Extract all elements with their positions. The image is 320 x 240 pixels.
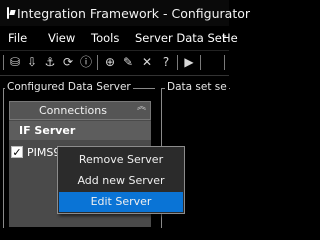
refresh-icon[interactable]: ⟳ [61, 55, 75, 69]
connections-header[interactable]: Connections ︽ [9, 101, 151, 120]
add-icon[interactable]: ⊕ [103, 55, 117, 69]
help-icon[interactable]: ? [159, 55, 173, 69]
menu-help[interactable]: He [222, 31, 238, 45]
menu-server-data-set[interactable]: Server Data Set [135, 31, 226, 45]
info-icon[interactable]: ⓘ [79, 55, 93, 69]
configured-data-server-title: Configured Data Server [5, 81, 133, 93]
menu-file[interactable]: File [8, 31, 27, 45]
tree-group-if-server[interactable]: IF Server [9, 121, 151, 140]
group-label: IF Server [19, 124, 76, 137]
menu-tools[interactable]: Tools [91, 31, 119, 45]
toolbar-separator [97, 55, 98, 70]
toolbar-grip [3, 55, 4, 70]
title-bar: Integration Framework - Configurator [0, 0, 250, 26]
menu-view[interactable]: View [48, 31, 75, 45]
toolbar-separator [177, 55, 178, 70]
app-icon [7, 7, 9, 19]
edit-server-menu-item[interactable]: Edit Server [59, 192, 183, 212]
menu-bar: File View Tools Server Data Set He [0, 26, 238, 50]
collapse-icon[interactable]: ︽ [137, 103, 146, 112]
delete-icon[interactable]: ✕ [140, 55, 154, 69]
toolbar-separator [200, 55, 201, 70]
toolbar-grip [224, 55, 225, 70]
server-checkbox[interactable]: ✓ [11, 146, 23, 158]
connect-icon[interactable]: ⚓ [43, 55, 57, 69]
run-icon[interactable]: ▶ [182, 55, 196, 69]
import-icon[interactable]: ⇩ [25, 55, 39, 69]
save-icon[interactable]: ⛁ [8, 55, 22, 69]
add-new-server-menu-item[interactable]: Add new Server [59, 171, 183, 191]
context-menu: Remove Server Add new Server Edit Server [57, 146, 185, 214]
window-title: Integration Framework - Configurator [17, 5, 251, 21]
data-set-title: Data set se [165, 81, 229, 93]
remove-server-menu-item[interactable]: Remove Server [59, 150, 183, 170]
connections-label: Connections [39, 104, 107, 117]
edit-icon[interactable]: ✎ [121, 55, 135, 69]
toolbar: ⛁ ⇩ ⚓ ⟳ ⓘ ⊕ ✎ ✕ ? ▶ [0, 50, 229, 76]
